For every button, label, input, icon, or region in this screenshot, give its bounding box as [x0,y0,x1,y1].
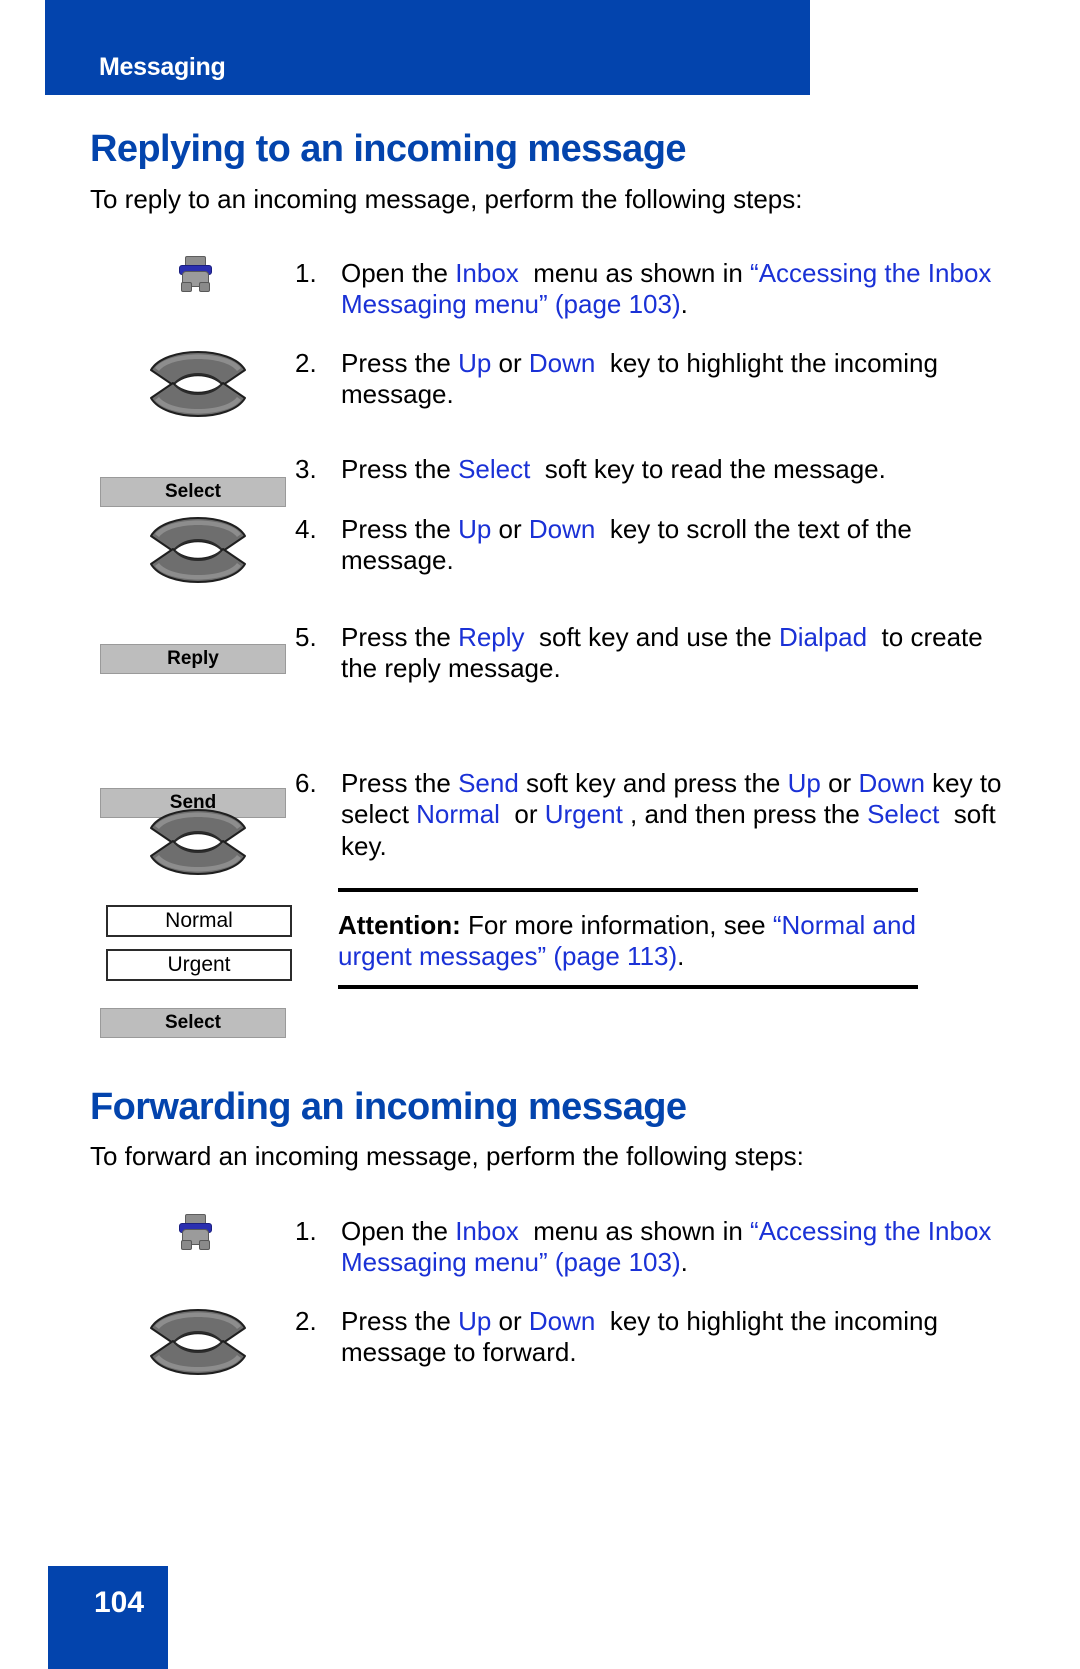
running-header-title: Messaging [99,53,226,81]
softkey-label: Select [165,481,221,502]
step-number: 5. [295,622,317,652]
inbox-globe-icon [178,256,212,292]
inbox-globe-icon [178,1214,212,1250]
document-page: Messaging Replying to an incoming messag… [0,0,1080,1669]
step-text: Press the Reply soft key and use the Dia… [341,622,983,684]
step-number: 6. [295,768,317,798]
step-text: Open the Inbox menu as shown in “Accessi… [341,258,992,320]
page-folio-box: 104 [48,1566,168,1669]
navigation-rocker-key-icon [145,338,251,430]
step-number: 2. [295,1306,317,1336]
attention-note: Attention: For more information, see “No… [338,888,918,989]
step-number: 4. [295,514,317,544]
section-heading-replying: Replying to an incoming message [90,128,686,170]
note-text-after: . [677,941,685,972]
softkey-reply-button[interactable]: Reply [100,644,286,674]
step-text: Press the Up or Down key to highlight th… [341,348,938,410]
listbox-option-normal[interactable]: Normal [106,905,292,937]
softkey-select-confirm-button[interactable]: Select [100,1008,286,1038]
step-number: 1. [295,258,317,288]
step-number: 1. [295,1216,317,1246]
note-body: Attention: For more information, see “No… [338,892,918,985]
softkey-select-button[interactable]: Select [100,477,286,507]
listbox-option-label: Urgent [167,953,231,976]
step-text: Press the Select soft key to read the me… [341,454,886,484]
navigation-rocker-key-icon [145,796,251,888]
softkey-label: Select [165,1012,221,1033]
section-heading-forwarding: Forwarding an incoming message [90,1086,687,1128]
step-text: Press the Up or Down key to scroll the t… [341,514,912,576]
listbox-option-urgent[interactable]: Urgent [106,949,292,981]
running-header-bar: Messaging [45,0,810,95]
note-text-before: For more information, see [460,910,773,940]
note-label: Attention: [338,910,461,940]
softkey-label: Reply [167,648,219,669]
listbox-option-label: Normal [165,909,233,932]
note-rule-bottom [338,984,918,989]
step-text: Press the Send soft key and press the Up… [341,768,1002,861]
section-intro-forwarding: To forward an incoming message, perform … [90,1141,804,1171]
step-number: 2. [295,348,317,378]
navigation-rocker-key-icon [145,504,251,596]
section-intro-replying: To reply to an incoming message, perform… [90,184,803,214]
step-text: Open the Inbox menu as shown in “Accessi… [341,1216,992,1278]
step-text: Press the Up or Down key to highlight th… [341,1306,938,1368]
page-number: 104 [94,1586,145,1619]
navigation-rocker-key-icon [145,1296,251,1388]
step-number: 3. [295,454,317,484]
